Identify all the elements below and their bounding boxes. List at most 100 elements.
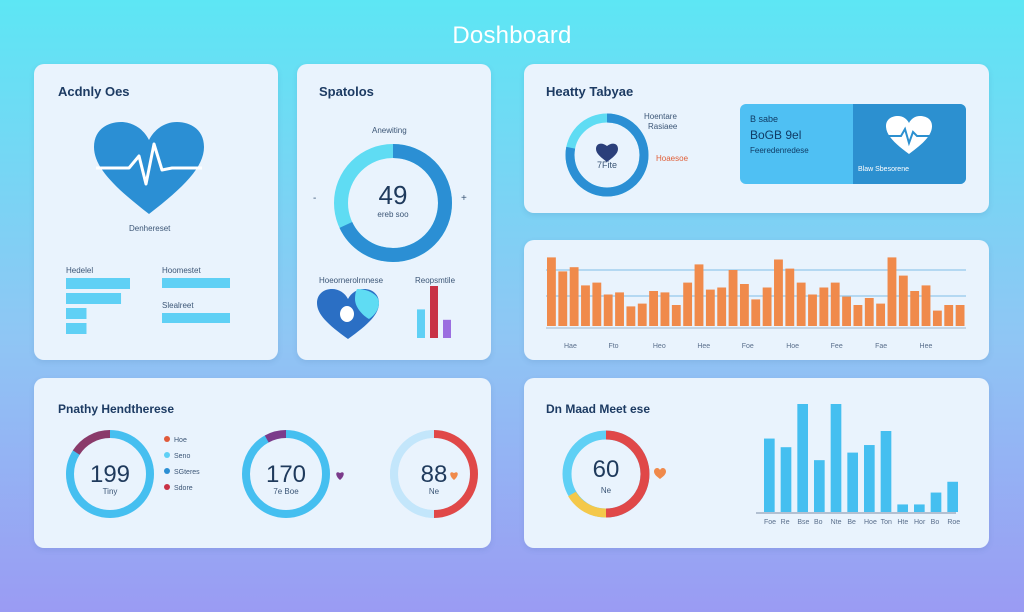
bar (762, 287, 772, 326)
healthy-label-2: Rasiaee (648, 122, 678, 131)
bar (751, 299, 761, 326)
x-tick-label: Fae (875, 343, 887, 350)
heart-rate-rings: 199Tiny 1707e Boe 88Ne Hoe Seno SGteres Sdore (66, 430, 478, 518)
vital-title: Dn Maad Meet ese (546, 402, 651, 416)
healthy-ring (565, 113, 649, 197)
activity-bar (162, 278, 230, 288)
panel-line-3: Feeredenredese (750, 146, 809, 155)
bar (626, 306, 636, 326)
bar (864, 298, 874, 326)
legend-right: Reopsmtile (415, 276, 456, 285)
bar (683, 282, 693, 326)
info-panel[interactable]: B sabe BoGB 9el Feeredenredese Blaw Sbes… (740, 104, 966, 184)
spatial-card[interactable]: Spatolos Anewiting - + 49 ereb soo Hoeor… (297, 64, 491, 360)
healthy-label-3: Hoaesoe (656, 154, 689, 163)
bar (780, 447, 792, 512)
bar (842, 296, 851, 326)
mini-bars (417, 286, 451, 338)
bar (764, 438, 775, 512)
bar (853, 305, 863, 326)
bar (569, 267, 579, 326)
x-tick-label: Hor (914, 519, 926, 526)
legend-label: Hoe (174, 437, 187, 444)
activity-bar (66, 308, 87, 319)
activity-title: Acdnly Oes (58, 84, 130, 99)
x-tick-label: Be (847, 519, 856, 526)
x-tick-label: Foe (742, 343, 754, 350)
bar (717, 287, 727, 326)
healthy-title: Heatty Tabyae (546, 84, 634, 99)
x-tick-label: Foe (764, 519, 776, 526)
x-tick-label: Fee (831, 343, 843, 350)
ring-sub: Ne (429, 487, 440, 496)
vital-card[interactable]: Dn Maad Meet ese 60 Ne Foe Re Bse Bo Nte Be Ho… (524, 378, 989, 548)
bar (830, 282, 840, 326)
x-tick-label: Hee (920, 343, 933, 350)
bar (808, 294, 817, 326)
x-tick-label: Hee (697, 343, 710, 350)
bar (830, 404, 842, 512)
ring-accent (72, 430, 111, 455)
ring-sub: 7e Boe (273, 487, 299, 496)
bar (592, 282, 602, 326)
heart-icon (317, 289, 379, 339)
vital-ring-value: 60 (592, 456, 620, 483)
bar (774, 259, 783, 326)
x-tick-label: Roe (947, 519, 960, 526)
healthy-card[interactable]: Heatty Tabyae 7Fite Hoentare Rasiaee Hoa… (524, 64, 989, 213)
bar (910, 291, 920, 326)
ring-caption: Anewiting (372, 126, 407, 135)
activity-bar (66, 323, 87, 334)
ring-value: 88 (421, 461, 448, 488)
vital-ring-sub: Ne (600, 486, 612, 495)
vital-bar-chart: Foe Re Bse Bo Nte Be Hoe Ton Hte Hor Bo Roe (756, 404, 960, 526)
x-tick-label: Re (781, 519, 790, 526)
activity-bar (66, 293, 122, 304)
ring-value: 170 (266, 461, 306, 488)
bar (864, 445, 875, 512)
heart-icon (336, 472, 344, 480)
bar (637, 303, 647, 326)
x-tick-label: Bse (797, 519, 809, 526)
bar (705, 289, 715, 326)
x-tick-label: Nte (831, 519, 842, 526)
bar (898, 275, 908, 326)
mini-bar (430, 286, 438, 338)
bar (671, 305, 681, 326)
ring-sub: Tiny (103, 487, 118, 496)
bar-chart: Hae Fto Heo Hee Foe Hoe Fee Fae Hee (546, 257, 966, 350)
legend-dot (164, 452, 170, 458)
bar (603, 294, 613, 326)
bar (930, 492, 942, 512)
ring-value: 49 (378, 180, 408, 210)
ring-value: 199 (90, 461, 130, 488)
mini-bar (443, 319, 451, 338)
legend-left: Hoeornerolrnnese (319, 276, 384, 285)
x-tick-label: Bo (931, 519, 940, 526)
bar (814, 460, 825, 512)
heart-pulse-icon (886, 116, 932, 154)
healthy-label-1: Hoentare (644, 112, 677, 121)
heart-icon (450, 472, 458, 480)
bar (921, 285, 931, 326)
x-tick-label: Hte (897, 519, 908, 526)
bar (876, 303, 886, 326)
bars-card[interactable]: Hae Fto Heo Hee Foe Hoe Fee Fae Hee (524, 240, 989, 360)
heart-pulse-icon (94, 122, 204, 214)
right-mark: + (461, 193, 467, 204)
activity-bar (66, 278, 130, 289)
bars-left-label: Hedelel (66, 266, 94, 275)
bar (660, 292, 670, 326)
legend-label: SGteres (174, 469, 200, 476)
activity-bars (66, 278, 230, 334)
bar (547, 257, 556, 326)
bar (887, 257, 897, 326)
bars-right-label: Hoomestet (162, 266, 201, 275)
heart-rate-card[interactable]: Pnathy Hendtherese 199 Tiny 170 7e Boe 88 Ne H… (34, 378, 491, 548)
activity-card[interactable]: Acdnly Oes Denhereset Hedelel Hoomestet … (34, 64, 278, 360)
x-tick-label: Hoe (786, 343, 799, 350)
ring-sub: ereb soo (377, 210, 409, 219)
page-title: Doshboard (452, 22, 572, 49)
x-tick-label: Hoe (864, 519, 877, 526)
x-tick-label: Hae (564, 343, 577, 350)
